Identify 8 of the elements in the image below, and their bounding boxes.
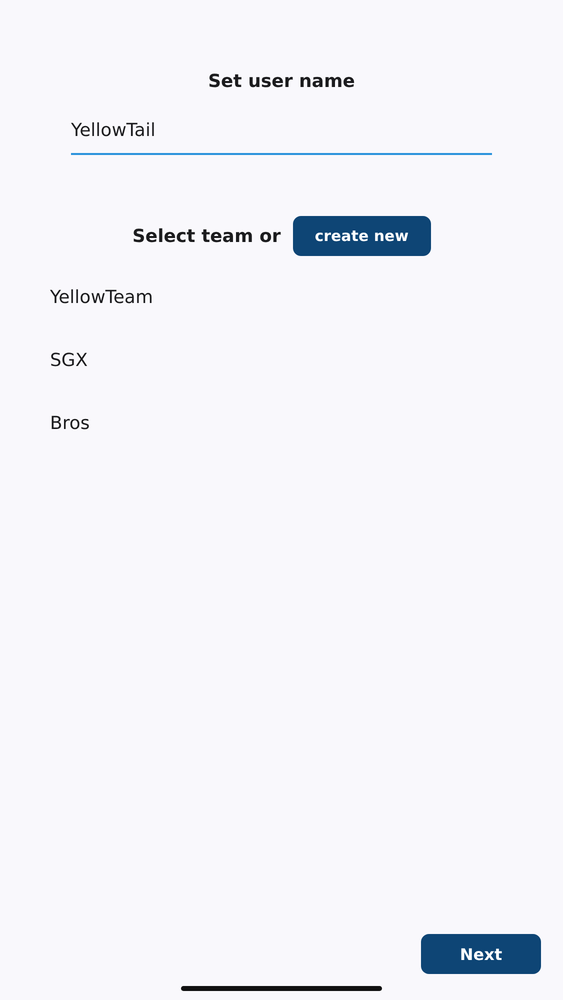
page-title: Set user name [207,70,356,94]
create-new-button[interactable]: create new [292,216,431,256]
next-button[interactable]: Next [421,934,541,974]
team-item[interactable]: SGX [50,349,88,412]
team-item[interactable]: Bros [50,412,90,475]
team-prompt: Select team or [132,226,281,246]
username-field[interactable]: YellowTail [71,114,492,155]
team-item[interactable]: YellowTeam [50,286,153,349]
